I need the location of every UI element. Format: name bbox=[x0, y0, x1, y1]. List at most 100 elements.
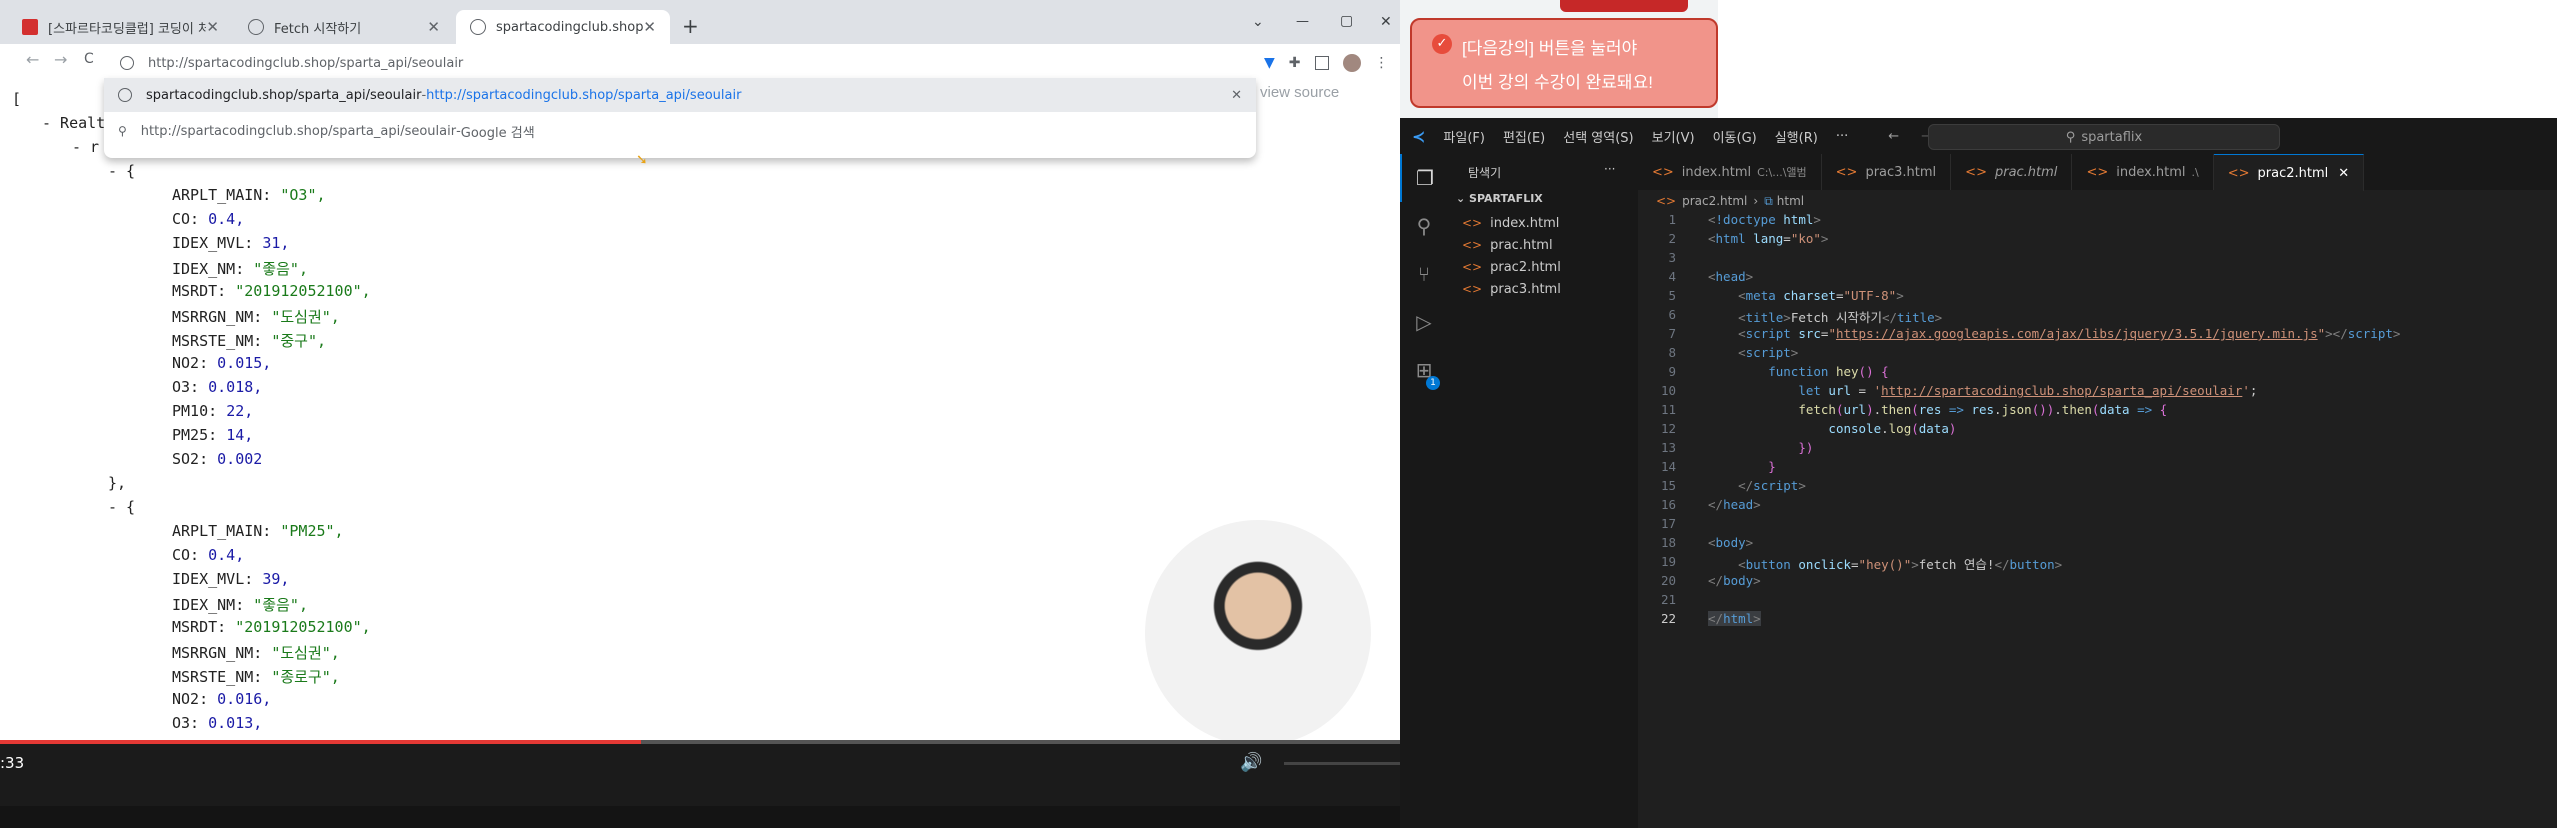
line-number: 13 bbox=[1660, 440, 1676, 455]
code-line: <button onclick="hey()">fetch 연습!</butto… bbox=[1738, 557, 2063, 572]
more-icon[interactable]: ⋮ bbox=[1375, 55, 1389, 71]
tab-search-icon[interactable]: ⌄ bbox=[1252, 14, 1264, 30]
line-number: 3 bbox=[1668, 250, 1676, 265]
json-line: IDEX_NM: "좋음", bbox=[172, 596, 308, 614]
sidepanel-icon[interactable] bbox=[1314, 56, 1329, 70]
remove-suggestion-icon[interactable]: ✕ bbox=[1231, 88, 1242, 103]
line-number: 4 bbox=[1668, 269, 1676, 284]
html-file-icon: <> bbox=[1652, 164, 1674, 180]
code-line: <meta charset="UTF-8"> bbox=[1738, 288, 1904, 303]
progress-fill bbox=[0, 740, 641, 744]
json-line: - Realt bbox=[42, 114, 106, 132]
file-index-html[interactable]: <> index.html bbox=[1462, 212, 1559, 234]
file-prac-html[interactable]: <> prac.html bbox=[1462, 234, 1553, 256]
line-number: 21 bbox=[1660, 592, 1676, 607]
editor-tab-prac2[interactable]: <> prac2.html ✕ bbox=[2213, 154, 2365, 191]
profile-avatar[interactable] bbox=[1342, 54, 1361, 72]
editor-group: <> index.html C:\...\앨범 <> prac3.html <> pra… bbox=[1638, 154, 2557, 828]
code-line: let url = 'http://spartacodingclub.shop/… bbox=[1798, 383, 2258, 398]
json-line: MSRSTE_NM: "종로구", bbox=[172, 668, 340, 686]
line-number: 16 bbox=[1660, 497, 1676, 512]
source-control-icon[interactable]: ⑂ bbox=[1400, 250, 1448, 298]
file-prac3-html[interactable]: <> prac3.html bbox=[1462, 278, 1561, 300]
search-icon[interactable]: ⚲ bbox=[1400, 202, 1448, 250]
code-line: </body> bbox=[1708, 573, 1761, 588]
file-prac2-html[interactable]: <> prac2.html bbox=[1462, 256, 1561, 278]
code-line: <html lang="ko"> bbox=[1708, 231, 1829, 246]
puzzle-icon[interactable]: ✚ bbox=[1289, 55, 1301, 71]
extensions-badge: 1 bbox=[1426, 376, 1440, 390]
json-line: PM25: 14, bbox=[172, 426, 254, 444]
browser-tab-fetch[interactable]: Fetch 시작하기 ✕ bbox=[234, 10, 454, 44]
command-center-search[interactable]: ⚲ spartaflix bbox=[1928, 124, 2280, 150]
menu-edit[interactable]: 편집(E) bbox=[1503, 127, 1545, 146]
line-number: 19 bbox=[1660, 554, 1676, 569]
menu-more[interactable]: ··· bbox=[1836, 129, 1848, 144]
folder-spartaflix[interactable]: ⌄ SPARTAFLIX bbox=[1456, 192, 1543, 205]
address-bar[interactable]: http://spartacodingclub.shop/sparta_api/… bbox=[104, 48, 1254, 78]
close-tab-icon[interactable]: ✕ bbox=[2338, 166, 2349, 181]
editor-tab-prac[interactable]: <> prac.html bbox=[1951, 154, 2073, 190]
html-file-icon: <> bbox=[1462, 238, 1483, 252]
search-icon: ⚲ bbox=[2065, 129, 2076, 145]
menu-file[interactable]: 파일(F) bbox=[1443, 127, 1485, 146]
nav-back-icon[interactable]: ← bbox=[1888, 129, 1899, 144]
volume-icon[interactable]: 🔊 bbox=[1240, 752, 1262, 773]
forward-button[interactable]: → bbox=[54, 50, 67, 69]
close-tab-icon[interactable]: ✕ bbox=[427, 18, 440, 36]
line-number: 5 bbox=[1668, 288, 1676, 303]
menu-view[interactable]: 보기(V) bbox=[1652, 127, 1695, 146]
menu-run[interactable]: 실행(R) bbox=[1775, 127, 1818, 146]
json-line: CO: 0.4, bbox=[172, 546, 245, 564]
suggestion-item[interactable]: ⚲ http://spartacodingclub.shop/sparta_ap… bbox=[104, 114, 1256, 148]
line-number: 22 bbox=[1660, 611, 1676, 626]
json-line: NO2: 0.016, bbox=[172, 690, 272, 708]
maximize-button[interactable]: ▢ bbox=[1340, 13, 1353, 29]
breadcrumb-element[interactable]: html bbox=[1777, 194, 1804, 208]
mouse-cursor-icon: ➘ bbox=[636, 152, 648, 168]
editor-tab-prac3[interactable]: <> prac3.html bbox=[1822, 154, 1952, 190]
breadcrumb-file[interactable]: prac2.html bbox=[1682, 194, 1747, 208]
json-line: SO2: 0.002 bbox=[172, 450, 263, 468]
close-tab-icon[interactable]: ✕ bbox=[643, 18, 656, 36]
browser-tab-seoulair[interactable]: spartacodingclub.shop/sparta_ap ✕ bbox=[456, 10, 670, 44]
json-line: ARPLT_MAIN: "PM25", bbox=[172, 522, 344, 540]
view-source-link[interactable]: view source bbox=[1260, 84, 1339, 101]
next-lecture-button[interactable] bbox=[1560, 0, 1688, 12]
site-info-icon[interactable] bbox=[120, 56, 134, 70]
explorer-more-icon[interactable]: ··· bbox=[1604, 162, 1615, 176]
explorer-title: 탐색기 bbox=[1468, 166, 1502, 180]
extension-toolbar: ▼ ✚ ⋮ bbox=[1264, 52, 1394, 74]
line-number: 18 bbox=[1660, 535, 1676, 550]
line-number: 12 bbox=[1660, 421, 1676, 436]
explorer-icon[interactable]: ❐ bbox=[1400, 154, 1448, 202]
minimize-button[interactable]: — bbox=[1296, 14, 1309, 29]
code-line: function hey() { bbox=[1768, 364, 1889, 379]
menu-selection[interactable]: 선택 영역(S) bbox=[1563, 127, 1633, 146]
extensions-icon[interactable]: ⊞ bbox=[1400, 346, 1448, 394]
editor-tab-index-local[interactable]: <> index.html .\ bbox=[2072, 154, 2214, 190]
video-time: :33 bbox=[0, 754, 25, 772]
new-tab-button[interactable]: + bbox=[682, 14, 699, 38]
browser-tab-sparta[interactable]: [스파르타코딩클럽] 코딩이 처음 ✕ bbox=[8, 10, 233, 44]
run-debug-icon[interactable]: ▷ bbox=[1400, 298, 1448, 346]
line-number: 7 bbox=[1668, 326, 1676, 341]
code-line: } bbox=[1768, 459, 1776, 474]
menu-go[interactable]: 이동(G) bbox=[1713, 127, 1757, 146]
close-tab-icon[interactable]: ✕ bbox=[206, 18, 219, 36]
code-editor[interactable]: 1 <!doctype html> 2 <html lang="ko"> 3 4 <head… bbox=[1638, 212, 2557, 812]
html-file-icon: <> bbox=[1965, 164, 1987, 180]
vscode-window: ≺ 파일(F) 편집(E) 선택 영역(S) 보기(V) 이동(G) 실행(R)… bbox=[1400, 118, 2557, 828]
json-line: IDEX_MVL: 39, bbox=[172, 570, 290, 588]
json-line: [ bbox=[12, 90, 22, 108]
volume-slider[interactable] bbox=[1284, 762, 1400, 765]
reload-button[interactable]: C bbox=[84, 51, 94, 67]
editor-tab-index-album[interactable]: <> index.html C:\...\앨범 bbox=[1638, 154, 1822, 190]
browser-window: [스파르타코딩클럽] 코딩이 처음 ✕ Fetch 시작하기 ✕ spartac… bbox=[0, 0, 1400, 828]
chevron-down-icon: ⌄ bbox=[1456, 192, 1470, 205]
extension-icon[interactable]: ▼ bbox=[1264, 55, 1275, 71]
suggestion-item[interactable]: spartacodingclub.shop/sparta_api/seoulai… bbox=[104, 78, 1256, 112]
back-button[interactable]: ← bbox=[26, 50, 39, 69]
close-window-button[interactable]: ✕ bbox=[1380, 14, 1392, 30]
html-file-icon: <> bbox=[2086, 164, 2109, 180]
